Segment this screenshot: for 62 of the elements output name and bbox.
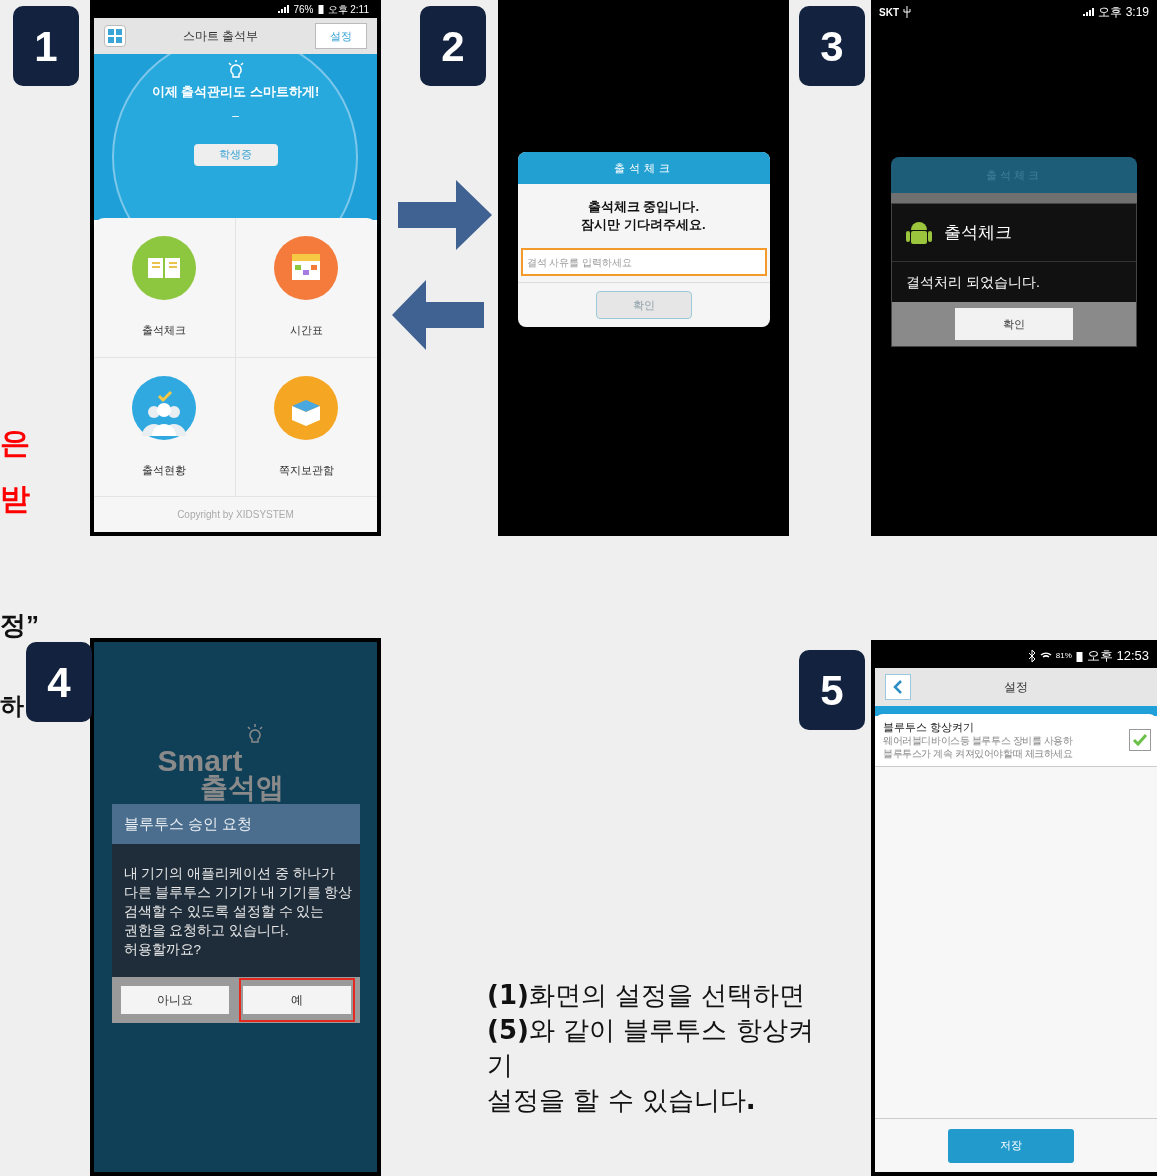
setting-description: 웨어러블디바이스등 블루투스 장비를 사용하	[883, 734, 1073, 747]
dialog-button[interactable]: 예	[242, 986, 351, 1014]
battery-icon	[317, 4, 324, 14]
wifi-icon	[1039, 651, 1052, 661]
grid-icon	[108, 29, 122, 43]
setting-title: 블루투스 항상켜기	[883, 720, 975, 734]
copyright-text: Copyright by XIDSYSTEM	[177, 508, 294, 522]
status-time: 오후 2:11	[327, 2, 369, 17]
usb-icon	[903, 6, 911, 18]
reason-input[interactable]: 결석 사유를 입력하세요	[520, 248, 767, 276]
dialog-title: 출석체크	[944, 221, 1012, 244]
battery-percent: 76%	[293, 2, 314, 17]
text-fragment: 정”	[0, 612, 39, 638]
dialog-button[interactable]: 아니요	[120, 986, 229, 1014]
dialog-message: 권한을 요청하고 있습니다.	[123, 922, 290, 940]
logo-text: 출석앱	[199, 774, 284, 802]
back-button[interactable]	[885, 674, 911, 700]
battery-icon	[1075, 650, 1083, 662]
dialog-message: 허용할까요?	[123, 941, 202, 959]
step-number-badge: 3	[799, 6, 865, 86]
logo-text: Smart	[157, 746, 243, 776]
dialog-title: 블루투스 승인 요청	[123, 813, 252, 834]
dialog-message: 출석체크 중입니다.	[587, 198, 700, 216]
text-fragment: 은	[0, 428, 30, 458]
menu-tile[interactable]: 시간표	[235, 218, 377, 358]
setting-description: 블루투스가 계속 켜져있어야할때 체크하세요	[883, 747, 1073, 760]
bluetooth-icon	[1027, 650, 1036, 662]
menu-tile[interactable]: 출석현황	[94, 357, 236, 496]
hero-headline: 이제 출석관리도 스마트하게!	[151, 83, 320, 101]
light-bulb-icon	[226, 60, 245, 80]
status-time: 오후 3:19	[1098, 4, 1149, 21]
step-number-badge: 2	[420, 6, 486, 86]
dialog-message: 결석처리 되었습니다.	[905, 272, 1041, 292]
text-fragment: 하	[0, 694, 24, 718]
bluetooth-checkbox[interactable]	[1129, 729, 1151, 751]
app-title: 스마트 출석부	[182, 28, 259, 45]
carrier-name: SKT	[879, 5, 899, 20]
check-icon	[1132, 733, 1148, 747]
people-check-icon	[132, 375, 197, 440]
battery-percent: 81%	[1055, 650, 1072, 662]
step-number-badge: 1	[13, 6, 79, 86]
light-bulb-icon	[245, 724, 264, 746]
signal-icon	[277, 4, 290, 14]
instruction-paragraph: (1)화면의 설정을 선택하면 (5)와 같이 블루투스 항상켜 기 설정을 할 수 있습니다.	[487, 979, 815, 1117]
hero-dash: –	[232, 109, 239, 122]
ok-button[interactable]: 확인	[955, 308, 1073, 340]
dialog-message: 검색할 수 있도록 설정할 수 있는	[123, 903, 326, 921]
menu-tile[interactable]: 출석체크	[94, 218, 236, 358]
dialog-message: 잠시만 기다려주세요.	[581, 216, 706, 234]
calendar-icon	[274, 236, 339, 300]
menu-button[interactable]	[104, 25, 126, 47]
status-time: 오후 12:53	[1086, 647, 1149, 666]
dialog-title: 출석체크	[613, 160, 674, 176]
step-number-badge: 4	[26, 642, 92, 722]
text-fragment: 받	[0, 484, 30, 514]
menu-tile[interactable]: 쪽지보관함	[235, 357, 377, 496]
signal-icon	[1082, 7, 1095, 17]
box-icon	[274, 375, 339, 440]
open-book-icon	[132, 236, 197, 300]
screen-title: 설정	[1004, 679, 1028, 696]
step-number-badge: 5	[799, 650, 865, 730]
dialog-message: 내 기기의 애플리케이션 중 하나가	[123, 865, 336, 883]
